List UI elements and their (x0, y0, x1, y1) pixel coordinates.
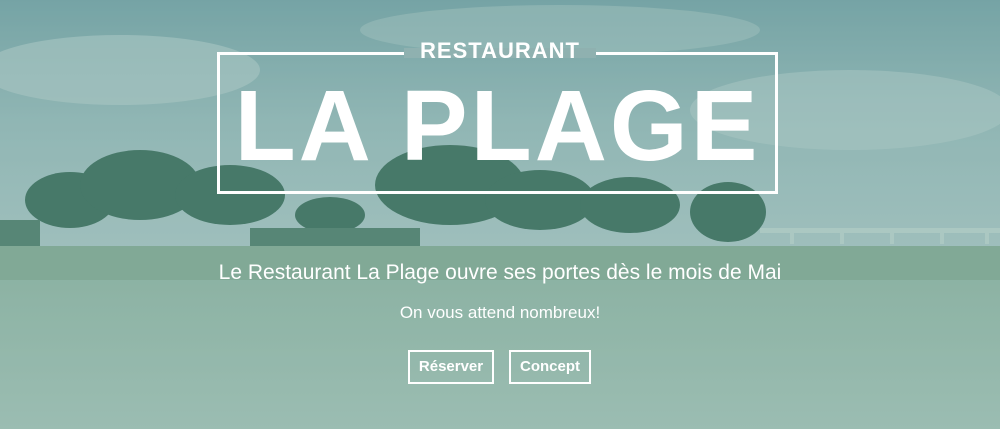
logo-main-text: LA PLAGE (234, 70, 761, 182)
hero-section: RESTAURANT LA PLAGE Le Restaurant La Pla… (0, 0, 1000, 429)
logo-top-text: RESTAURANT (420, 38, 580, 63)
hero-subtitle: On vous attend nombreux! (399, 303, 601, 322)
concept-button[interactable]: Concept (509, 350, 591, 384)
hero-tagline: Le Restaurant La Plage ouvre ses portes … (218, 261, 782, 284)
reserve-button[interactable]: Réserver (408, 350, 494, 384)
